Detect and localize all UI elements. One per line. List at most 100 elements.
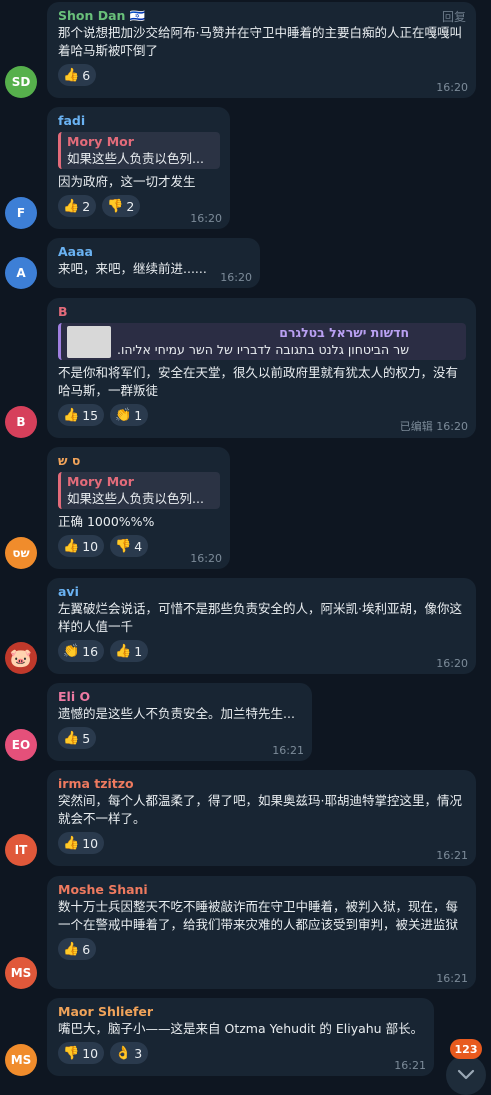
chevron-down-icon [457,1069,475,1080]
ok-hand-icon: 👌 [115,1045,132,1061]
avatar[interactable]: EO [5,729,37,761]
unread-count-badge: 123 [450,1039,482,1059]
thumbs-up-icon: 👍 [115,643,132,659]
reaction-count: 2 [126,198,135,214]
sender-name[interactable]: Moshe Shani [58,881,466,898]
avatar[interactable]: MS [5,957,37,989]
message-text: 突然间，每个人都温柔了，得了吧，如果奥兹玛·耶胡迪特掌控这里，情况就会不一样了。 [58,793,462,826]
reactions: 👏 16 👍 1 [58,640,466,662]
reaction-count: 1 [134,643,143,659]
reply-quote[interactable]: Mory Mor 如果这些人负责以色列... [58,472,220,509]
thumbs-up-icon: 👍 [63,941,80,957]
message-text: 嘴巴大，脑子小——这是来自 Otzma Yehudit 的 Eliyahu 部长… [58,1021,424,1036]
thumbs-up-icon: 👍 [63,538,80,554]
message-bubble[interactable]: Aaaa 来吧，来吧，继续前进...... 16:20 [47,238,260,288]
quote-text: 如果这些人负责以色列... [67,491,204,506]
sender-name[interactable]: fadi [58,112,220,129]
avatar[interactable]: B [5,406,37,438]
message-time: 已编辑 16:20 [400,418,468,434]
reaction-ok-hand[interactable]: 👌 3 [110,1042,149,1064]
avatar[interactable]: SD [5,66,37,98]
reaction-thumbs-down[interactable]: 👎 2 [102,195,141,217]
message-bubble[interactable]: avi 左翼破烂会说话，可惜不是那些负责安全的人，阿米凯·埃利亚胡，像你这样的人… [47,578,476,674]
clap-icon: 👏 [63,643,80,659]
time-value: 16:20 [436,420,468,433]
reaction-clap[interactable]: 👏 1 [110,404,149,426]
message-text: 数十万士兵因整天不吃不睡被敲诈而在守卫中睡着，被判入狱，现在，每一个在警戒中睡着… [58,899,459,932]
sender-name[interactable]: ס ש [58,452,220,469]
message-bubble[interactable]: B חדשות ישראל בטלגרם שר הביטחון גלנט בתג… [47,298,476,438]
message-time: 16:21 [436,972,468,985]
reply-button[interactable]: 回复 [442,8,466,25]
reaction-thumbs-down[interactable]: 👎 10 [58,1042,105,1064]
thumbs-up-icon: 👍 [63,407,80,423]
avatar[interactable]: IT [5,834,37,866]
reaction-thumbs-up[interactable]: 👍 5 [58,727,97,749]
message-time: 16:20 [220,271,252,284]
reaction-thumbs-up[interactable]: 👍 2 [58,195,97,217]
message-bubble[interactable]: ס ש Mory Mor 如果这些人负责以色列... 正确 1000%%% 👍 1… [47,447,230,569]
sender-name[interactable]: Aaaa [58,243,250,260]
quote-author: חדשות ישראל בטלגרם [279,325,410,340]
reactions: 👎 10 👌 3 [58,1042,424,1064]
quote-text: 如果这些人负责以色列... [67,151,204,166]
message-text: 那个说想把加沙交给阿布·马赞并在守卫中睡着的主要白痴的人正在嘎嘎叫着哈马斯被吓倒… [58,25,462,58]
sender-name[interactable]: Eli O [58,688,302,705]
reaction-thumbs-up[interactable]: 👍 1 [110,640,149,662]
thumbs-down-icon: 👎 [107,198,124,214]
message-time: 16:21 [394,1059,426,1072]
reactions: 👍 5 [58,727,302,749]
reaction-thumbs-up[interactable]: 👍 6 [58,64,97,86]
sender-name[interactable]: avi [58,583,466,600]
reaction-count: 16 [82,643,99,659]
reaction-count: 15 [82,407,99,423]
reply-quote[interactable]: Mory Mor 如果这些人负责以色列... [58,132,220,169]
thumbs-up-icon: 👍 [63,835,80,851]
quote-text: שר הביטחון גלנט בתגובה לדבריו של השר עמי… [117,342,410,357]
reaction-count: 3 [134,1045,143,1061]
clap-icon: 👏 [115,407,132,423]
message-bubble[interactable]: Maor Shliefer 嘴巴大，脑子小——这是来自 Otzma Yehudi… [47,998,434,1076]
reaction-thumbs-up[interactable]: 👍 15 [58,404,105,426]
avatar[interactable]: A [5,257,37,289]
reaction-count: 10 [82,538,99,554]
thumbs-down-icon: 👎 [115,538,132,554]
reply-quote[interactable]: חדשות ישראל בטלגרם שר הביטחון גלנט בתגוב… [58,323,466,360]
message-text: 不是你和将军们，安全在天堂，很久以前政府里就有犹太人的权力，没有哈马斯，一群叛徒 [58,365,459,398]
message-bubble[interactable]: Moshe Shani 数十万士兵因整天不吃不睡被敲诈而在守卫中睡着，被判入狱，… [47,876,476,989]
message-bubble[interactable]: Eli O 遗憾的是这些人不负责安全。加兰特先生... 👍 5 16:21 [47,683,312,761]
message-bubble[interactable]: fadi Mory Mor 如果这些人负责以色列... 因为政府，这一切才发生 … [47,107,230,229]
reactions: 👍 10 [58,832,466,854]
message-text: 左翼破烂会说话，可惜不是那些负责安全的人，阿米凯·埃利亚胡，像你这样的人值一千 [58,601,462,634]
reaction-count: 6 [82,67,91,83]
message-time: 16:21 [436,849,468,862]
sender-name[interactable]: Shon Dan 🇮🇱 [58,7,466,24]
avatar[interactable]: 🐷 [5,642,37,674]
message-text: 正确 1000%%% [58,514,155,529]
reaction-count: 5 [82,730,91,746]
message-bubble[interactable]: Shon Dan 🇮🇱 回复 那个说想把加沙交给阿布·马赞并在守卫中睡着的主要白… [47,2,476,98]
reaction-clap[interactable]: 👏 16 [58,640,105,662]
reaction-count: 4 [134,538,143,554]
message-time: 16:21 [272,744,304,757]
thumbs-up-icon: 👍 [63,730,80,746]
reaction-thumbs-up[interactable]: 👍 6 [58,938,97,960]
avatar[interactable]: שס [5,537,37,569]
quote-body: חדשות ישראל בטלגרם שר הביטחון גלנט בתגוב… [117,325,409,358]
sender-name[interactable]: Maor Shliefer [58,1003,424,1020]
avatar[interactable]: F [5,197,37,229]
quote-author: Mory Mor [67,474,134,489]
reaction-count: 2 [82,198,91,214]
edited-label: 已编辑 [399,420,433,433]
reaction-thumbs-down[interactable]: 👎 4 [110,535,149,557]
scroll-down-button[interactable] [446,1055,486,1095]
message-time: 16:20 [436,657,468,670]
sender-name[interactable]: B [58,303,466,320]
reaction-thumbs-up[interactable]: 👍 10 [58,832,105,854]
sender-name[interactable]: irma tzitzo [58,775,466,792]
avatar[interactable]: MS [5,1044,37,1076]
reaction-thumbs-up[interactable]: 👍 10 [58,535,105,557]
message-bubble[interactable]: irma tzitzo 突然间，每个人都温柔了，得了吧，如果奥兹玛·耶胡迪特掌控… [47,770,476,866]
reaction-count: 1 [134,407,143,423]
message-time: 16:20 [190,552,222,565]
